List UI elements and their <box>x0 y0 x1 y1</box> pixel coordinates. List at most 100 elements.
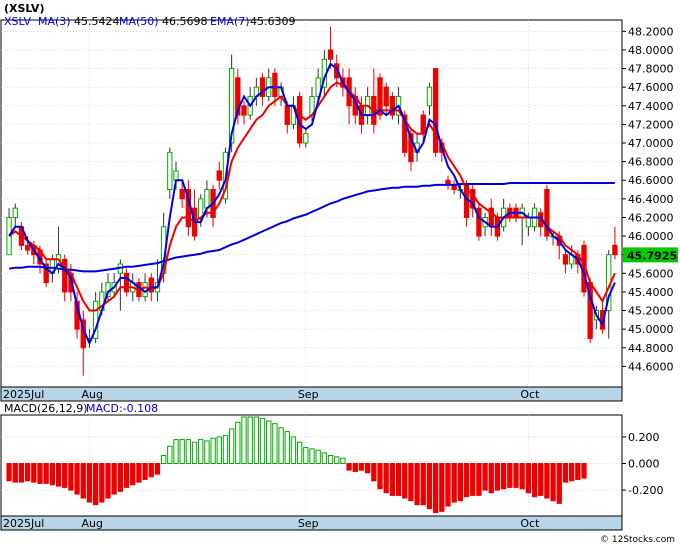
macd-bar <box>334 456 340 465</box>
macd-bar <box>154 463 161 475</box>
candle-body <box>198 198 204 218</box>
macd-bar <box>278 427 284 465</box>
macd-bar <box>389 463 396 496</box>
macd-x-tick-label: Oct <box>520 517 540 530</box>
candle-body <box>383 86 389 107</box>
macd-bar <box>130 463 136 486</box>
price-y-tick-label: 46.4000 <box>628 193 674 206</box>
price-y-tick-label: 46.2000 <box>628 211 674 224</box>
macd-bar <box>581 463 587 479</box>
price-y-tick-label: 47.2000 <box>628 118 674 131</box>
macd-bar <box>383 463 389 494</box>
candle-body <box>327 49 334 60</box>
legend-ema7-value: 45.6309 <box>250 15 296 28</box>
macd-bar <box>327 455 334 465</box>
candle-body <box>167 151 173 191</box>
candle-body <box>272 72 278 97</box>
macd-bar <box>24 463 31 482</box>
macd-y-tick-label: -0.200 <box>628 484 663 497</box>
price-x-tick-label: Oct <box>520 388 540 401</box>
macd-bar <box>439 463 445 512</box>
macd-bar <box>538 463 544 496</box>
macd-bar <box>222 435 229 465</box>
macd-bar <box>117 463 124 492</box>
macd-title: MACD(26,12,9) <box>4 402 88 415</box>
macd-bar <box>470 463 476 496</box>
macd-bar <box>451 463 457 503</box>
candle-body <box>303 133 309 144</box>
macd-bar <box>309 448 315 465</box>
last-price-marker: 45.7925 <box>623 247 678 263</box>
macd-bar <box>198 439 204 465</box>
macd-bar <box>531 463 538 498</box>
macd-legend: MACD(26,12,9) MACD:-0.108 <box>4 402 158 415</box>
macd-bar <box>544 463 550 499</box>
macd-x-tick-label: 2025Jul <box>3 517 44 530</box>
price-x-tick-label: Sep <box>298 388 319 401</box>
macd-bar <box>507 463 513 488</box>
macd-bar <box>241 416 247 465</box>
watermark: © 12Stocks.com <box>600 535 675 545</box>
macd-bar <box>420 463 426 506</box>
macd-bar <box>179 439 185 465</box>
macd-bar <box>266 420 272 465</box>
price-y-tick-label: 46.6000 <box>628 174 674 187</box>
macd-bar <box>457 463 464 502</box>
candle-body <box>123 272 130 293</box>
legend-ma50-label: MA(50) <box>119 15 159 28</box>
price-y-tick-label: 48.2000 <box>628 25 674 38</box>
price-y-tick-label: 47.8000 <box>628 63 674 76</box>
macd-bar <box>259 417 266 465</box>
macd-bar <box>284 431 290 465</box>
macd-bar <box>247 416 253 465</box>
candle-body <box>173 170 179 181</box>
price-y-tick-label: 44.6000 <box>628 360 674 373</box>
macd-y-tick-label: 0.200 <box>628 431 660 444</box>
candle-body <box>241 105 247 116</box>
macd-bar <box>414 463 420 506</box>
macd-bar <box>210 437 216 465</box>
macd-bar <box>377 463 383 490</box>
macd-x-tick-label: Aug <box>81 517 102 530</box>
macd-bar <box>395 463 402 496</box>
macd-bar <box>185 439 192 465</box>
price-y-tick-label: 46.0000 <box>628 230 674 243</box>
macd-bar <box>476 463 482 496</box>
macd-bar <box>315 449 321 465</box>
macd-bar <box>62 463 68 488</box>
candle-body <box>179 189 185 200</box>
legend-ma3-label: MA(3) <box>38 15 71 28</box>
macd-bar <box>92 463 99 506</box>
legend-ema7-label: EMA(7) <box>210 15 250 28</box>
macd-bar <box>432 463 439 514</box>
price-y-tick-label: 45.2000 <box>628 305 674 318</box>
macd-bar <box>216 436 222 465</box>
price-x-tick-label: 2025Jul <box>3 388 44 401</box>
macd-bar <box>488 463 494 494</box>
macd-bar <box>556 463 562 504</box>
macd-bar <box>525 463 532 494</box>
candle-body <box>284 105 290 125</box>
macd-bar <box>575 463 581 480</box>
macd-bar <box>99 463 105 503</box>
candle-body <box>216 170 222 181</box>
macd-bar <box>68 463 74 491</box>
macd-y-tick-label: 0.000 <box>628 458 660 471</box>
macd-bar <box>55 463 62 487</box>
candle-body <box>24 244 31 251</box>
macd-bar <box>364 463 371 474</box>
price-y-tick-label: 47.4000 <box>628 100 674 113</box>
macd-bar <box>142 463 148 480</box>
macd-bar <box>31 463 37 483</box>
macd-bar <box>6 463 12 482</box>
chart-root: 48.2000 48.0000 47.8000 47.6000 47.4000 47.20… <box>0 0 680 546</box>
macd-bar <box>352 463 358 472</box>
macd-x-tick-label: Sep <box>298 517 319 530</box>
macd-bar <box>136 463 142 483</box>
price-y-tick-label: 45.6000 <box>628 267 674 280</box>
macd-bar <box>253 416 260 465</box>
macd-bar <box>80 463 86 499</box>
macd-bar <box>74 463 80 495</box>
macd-bar <box>408 463 414 502</box>
macd-bar <box>148 463 154 478</box>
